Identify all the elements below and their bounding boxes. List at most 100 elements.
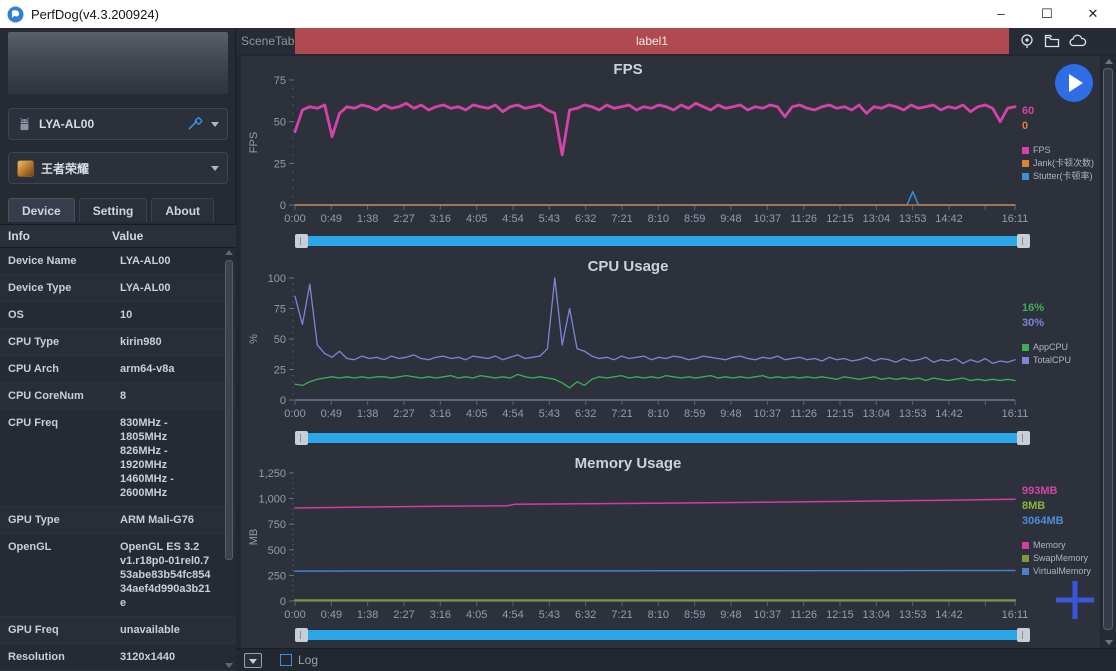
value-cell: arm64-v8a (112, 356, 224, 382)
scrollbar-left-grip[interactable] (295, 234, 308, 248)
svg-text:%: % (248, 334, 260, 344)
collapse-log-button[interactable] (244, 653, 262, 668)
tab-device[interactable]: Device (8, 198, 75, 222)
memory-chart: Memory Usage 02505007501,0001,250MB0:000… (241, 450, 1100, 647)
svg-text:3:16: 3:16 (430, 609, 451, 621)
value-cell: ARM Mali-G76 (112, 507, 224, 533)
scroll-up-icon[interactable] (225, 250, 233, 255)
usb-connection-icon (187, 117, 203, 131)
device-selector[interactable]: LYA-AL00 (8, 108, 228, 140)
play-button[interactable] (1055, 64, 1093, 102)
minimize-button[interactable]: – (978, 0, 1024, 28)
fps-time-scrollbar[interactable] (295, 234, 1030, 248)
info-cell: OpenGL (0, 534, 112, 616)
table-row: Resolution3120x1440 (0, 644, 236, 671)
log-checkbox[interactable] (280, 654, 292, 666)
device-info-table: Info Value Device NameLYA-AL00Device Typ… (0, 224, 236, 671)
svg-text:5:43: 5:43 (539, 213, 560, 225)
cpu-chart-canvas[interactable]: 0255075100%0:000:491:382:273:164:054:545… (241, 253, 1100, 450)
svg-text:750: 750 (268, 519, 286, 531)
add-chart-icon[interactable] (1053, 578, 1097, 622)
svg-text:1:38: 1:38 (357, 609, 378, 621)
table-scrollbar-thumb[interactable] (225, 260, 233, 560)
svg-text:7:21: 7:21 (611, 609, 632, 621)
legend-swatch (1022, 173, 1029, 180)
svg-text:2:27: 2:27 (393, 213, 414, 225)
table-row: OpenGLOpenGL ES 3.2 v1.r18p0-01rel0.7 53… (0, 534, 236, 617)
value-cell: LYA-AL00 (112, 248, 224, 274)
legend-swatch (1022, 357, 1029, 364)
svg-text:1:38: 1:38 (357, 408, 378, 420)
info-cell: CPU Type (0, 329, 112, 355)
table-row: CPU CoreNum8 (0, 383, 236, 410)
value-cell: 830MHz - 1805MHz 826MHz - 1920MHz 1460MH… (112, 410, 224, 506)
scrollbar-left-grip[interactable] (295, 431, 308, 445)
svg-text:0:49: 0:49 (321, 408, 342, 420)
svg-text:11:26: 11:26 (790, 609, 817, 621)
table-row: OS10 (0, 302, 236, 329)
legend-swatch (1022, 344, 1029, 351)
svg-text:4:54: 4:54 (502, 213, 523, 225)
scrollbar-range[interactable] (308, 630, 1017, 640)
svg-text:1,250: 1,250 (258, 468, 286, 480)
svg-text:14:42: 14:42 (935, 213, 963, 225)
scroll-up-icon[interactable] (1105, 59, 1113, 64)
svg-text:2:27: 2:27 (393, 609, 414, 621)
scrollbar-right-grip[interactable] (1017, 628, 1030, 642)
svg-text:7:21: 7:21 (611, 408, 632, 420)
svg-text:0:49: 0:49 (321, 609, 342, 621)
vertical-scrollbar-thumb[interactable] (1103, 68, 1113, 630)
close-button[interactable]: ✕ (1070, 0, 1116, 28)
legend-swatch (1022, 568, 1029, 575)
device-screen-preview (8, 32, 228, 94)
value-cell: LYA-AL00 (112, 275, 224, 301)
scroll-down-icon[interactable] (225, 663, 233, 668)
tab-about[interactable]: About (151, 198, 214, 222)
scene-label-bar[interactable]: label1 (295, 28, 1009, 54)
scrollbar-range[interactable] (308, 433, 1017, 443)
memory-time-scrollbar[interactable] (295, 628, 1030, 642)
svg-text:3:16: 3:16 (430, 408, 451, 420)
svg-text:5:43: 5:43 (539, 408, 560, 420)
tab-setting[interactable]: Setting (79, 198, 148, 222)
svg-text:10:37: 10:37 (754, 213, 782, 225)
svg-text:4:05: 4:05 (466, 408, 487, 420)
info-cell: OS (0, 302, 112, 328)
sidebar-tabs: Device Setting About (8, 198, 214, 222)
table-scrollbar[interactable] (225, 248, 234, 670)
svg-text:25: 25 (274, 158, 286, 170)
legend-swatch (1022, 147, 1029, 154)
svg-text:16:11: 16:11 (1002, 408, 1029, 420)
scrollbar-left-grip[interactable] (295, 628, 308, 642)
cloud-icon[interactable] (1069, 33, 1087, 49)
scrollbar-right-grip[interactable] (1017, 431, 1030, 445)
charts-panel: FPS 0255075FPS0:000:491:382:273:164:054:… (241, 56, 1100, 648)
fps-chart-canvas[interactable]: 0255075FPS0:000:491:382:273:164:054:545:… (241, 56, 1100, 253)
info-cell: CPU Arch (0, 356, 112, 382)
scrollbar-right-grip[interactable] (1017, 234, 1030, 248)
folder-icon[interactable] (1044, 33, 1060, 49)
value-cell: 3120x1440 (112, 644, 224, 670)
charts-vertical-scrollbar[interactable] (1102, 56, 1115, 648)
svg-text:6:32: 6:32 (575, 609, 596, 621)
svg-text:8:10: 8:10 (648, 408, 669, 420)
app-selector[interactable]: 王者荣耀 (8, 152, 228, 184)
location-icon[interactable] (1019, 33, 1035, 49)
svg-text:2:27: 2:27 (393, 408, 414, 420)
svg-text:0: 0 (280, 200, 286, 212)
memory-chart-canvas[interactable]: 02505007501,0001,250MB0:000:491:382:273:… (241, 450, 1100, 647)
scroll-down-icon[interactable] (1105, 640, 1113, 645)
svg-text:1,000: 1,000 (258, 494, 286, 506)
svg-text:8:10: 8:10 (648, 213, 669, 225)
svg-text:8:59: 8:59 (684, 408, 705, 420)
svg-text:9:48: 9:48 (720, 609, 741, 621)
cpu-time-scrollbar[interactable] (295, 431, 1030, 445)
info-cell: GPU Type (0, 507, 112, 533)
maximize-button[interactable]: ☐ (1024, 0, 1070, 28)
log-checkbox-label: Log (298, 653, 318, 667)
svg-text:16:11: 16:11 (1002, 609, 1029, 621)
scrollbar-range[interactable] (308, 236, 1017, 246)
window-controls: – ☐ ✕ (978, 0, 1116, 28)
svg-text:7:21: 7:21 (611, 213, 632, 225)
column-header-value: Value (112, 229, 143, 243)
